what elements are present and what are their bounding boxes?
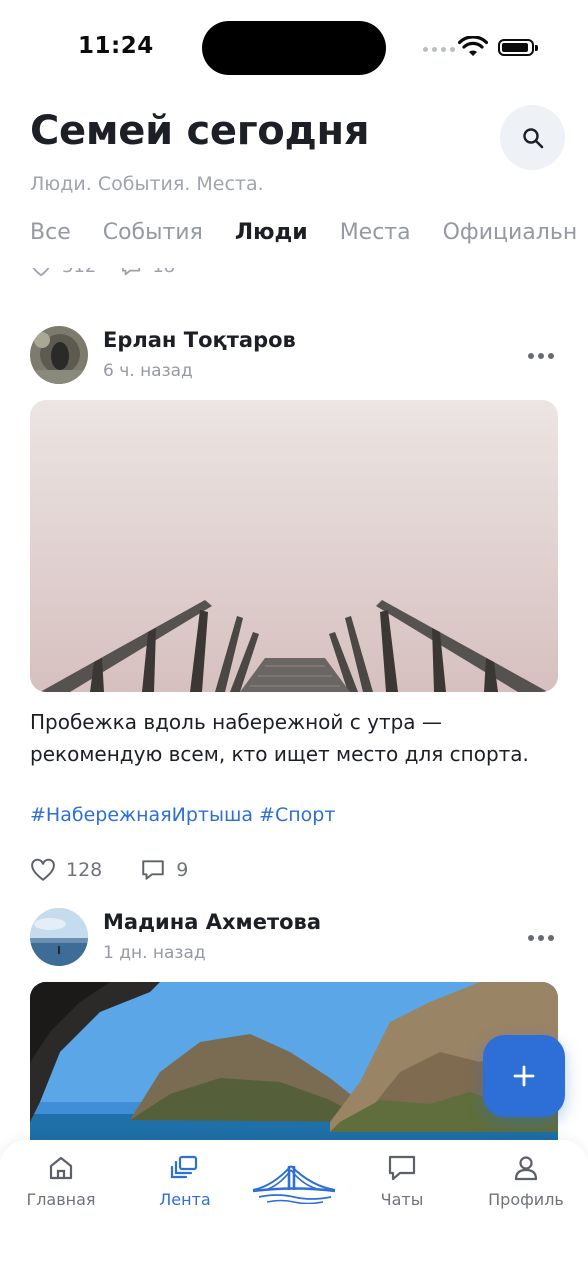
profile-icon — [514, 1156, 538, 1181]
nav-chats-label: Чаты — [380, 1190, 424, 1209]
post-author[interactable]: Ерлан Тоқтаров — [103, 328, 296, 352]
post-time: 1 дн. назад — [103, 943, 206, 963]
post-time: 6 ч. назад — [103, 361, 193, 381]
search-button[interactable] — [500, 105, 565, 170]
category-tabs: Все События Люди Места Официальн — [30, 220, 588, 245]
page-subtitle: Люди. События. Места. — [30, 173, 264, 195]
bottom-navigation: Главная Лента Чаты Профиль — [0, 1140, 588, 1280]
post-image[interactable] — [30, 400, 558, 692]
dynamic-island — [202, 21, 386, 75]
post-stats: 128 9 — [30, 858, 188, 882]
signal-icon — [423, 47, 455, 52]
nav-profile[interactable]: Профиль — [476, 1154, 576, 1209]
post-text: Пробежка вдоль набережной с утра — реком… — [30, 710, 529, 766]
more-options-button[interactable] — [528, 935, 554, 941]
post-tags[interactable]: #НабережнаяИртыша #Спорт — [30, 804, 335, 826]
nav-feed[interactable]: Лента — [135, 1154, 235, 1209]
add-post-button[interactable] — [483, 1035, 565, 1117]
status-bar: 11:24 — [0, 0, 588, 96]
tab-events[interactable]: События — [103, 220, 203, 245]
tab-places[interactable]: Места — [340, 220, 411, 245]
status-time: 11:24 — [78, 33, 154, 59]
plus-icon — [513, 1065, 535, 1087]
post-image[interactable] — [30, 982, 558, 1140]
battery-icon — [498, 39, 538, 56]
nav-home[interactable]: Главная — [11, 1154, 111, 1209]
nav-feed-label: Лента — [159, 1190, 211, 1209]
avatar[interactable] — [30, 908, 88, 966]
nav-logo[interactable] — [244, 1160, 344, 1204]
comment-icon[interactable] — [140, 858, 166, 882]
previous-post-stats: 312 18 — [30, 268, 175, 277]
heart-icon[interactable] — [30, 858, 56, 882]
tab-all[interactable]: Все — [30, 220, 71, 245]
feed-icon — [170, 1155, 198, 1179]
feed[interactable]: 312 18 Ерлан Тоқтаров 6 ч. назад — [0, 268, 588, 1140]
previous-comments-count: 18 — [152, 268, 175, 277]
bridge-logo-icon — [252, 1165, 336, 1204]
tab-official[interactable]: Официальн — [443, 220, 578, 245]
tab-people[interactable]: Люди — [235, 220, 308, 245]
chat-icon — [388, 1155, 416, 1181]
comment-icon — [122, 268, 141, 275]
previous-likes-count: 312 — [62, 268, 96, 277]
wifi-icon — [458, 36, 488, 56]
heart-icon — [32, 268, 50, 276]
nav-home-label: Главная — [26, 1190, 96, 1209]
home-icon — [49, 1156, 73, 1180]
likes-count: 128 — [66, 859, 103, 881]
page-title: Семей сегодня — [30, 108, 370, 154]
avatar[interactable] — [30, 326, 88, 384]
nav-profile-label: Профиль — [488, 1190, 564, 1209]
post-author[interactable]: Мадина Ахметова — [103, 910, 321, 934]
search-icon — [522, 127, 543, 148]
comments-count: 9 — [176, 859, 189, 881]
more-options-button[interactable] — [528, 353, 554, 359]
nav-chats[interactable]: Чаты — [352, 1154, 452, 1209]
